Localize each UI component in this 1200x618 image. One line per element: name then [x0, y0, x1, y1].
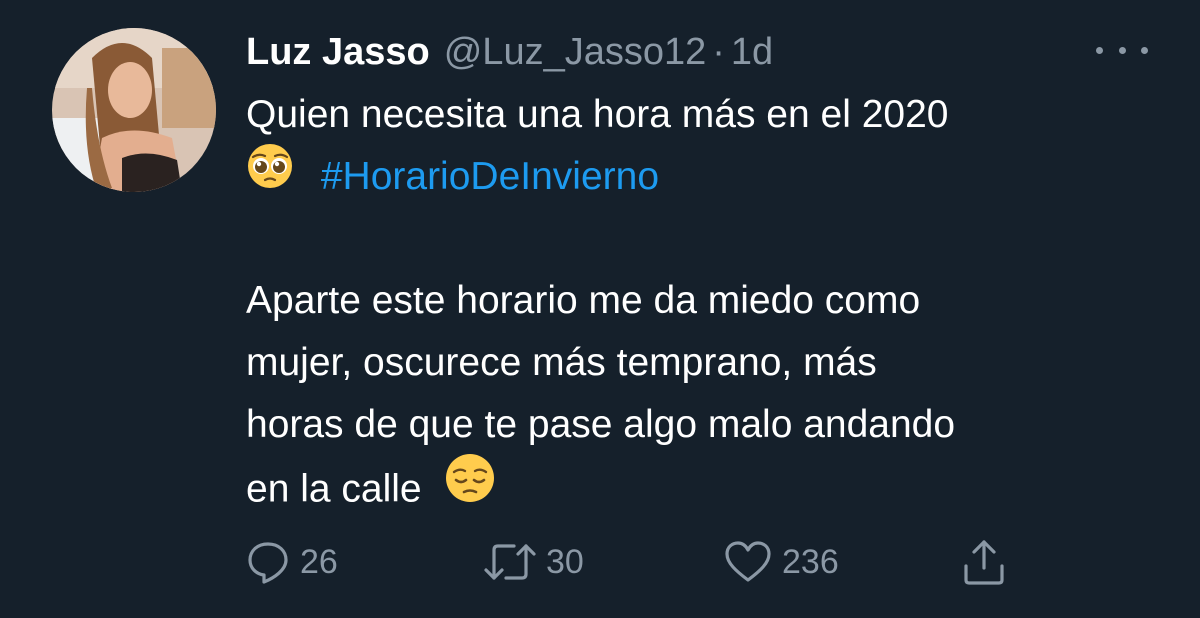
more-options-icon[interactable] [1096, 32, 1148, 68]
hashtag-link[interactable]: #HorarioDeInvierno [321, 155, 659, 198]
share-button[interactable] [960, 534, 1008, 590]
retweet-count: 30 [546, 542, 584, 581]
like-button[interactable]: 236 [722, 534, 839, 590]
retweet-icon [482, 538, 538, 586]
more-dot [1141, 46, 1148, 54]
avatar[interactable] [52, 28, 216, 192]
tweet-text-line-5: horas de que te pase algo malo andando [246, 403, 956, 446]
reply-button[interactable]: 26 [244, 534, 338, 590]
tweet-header: Luz Jasso @Luz_Jasso12 · 1d [246, 26, 773, 78]
heart-icon [722, 538, 774, 586]
reply-count: 26 [300, 542, 338, 581]
author-name[interactable]: Luz Jasso [246, 31, 430, 74]
reply-icon [244, 538, 292, 586]
tweet-text-line-6: en la calle [246, 454, 496, 526]
tweet-text-line-3: Aparte este horario me da miedo como [246, 279, 921, 322]
like-count: 236 [782, 542, 839, 581]
pleading-face-icon [246, 142, 294, 208]
tweet-text-line-2: #HorarioDeInvierno [246, 144, 659, 212]
pensive-face-icon [444, 452, 496, 522]
tweet-text-line-1: Quien necesita una hora más en el 2020 [246, 93, 949, 136]
tweet-text-line-6-text: en la calle [246, 467, 422, 511]
tweet-text-line-4: mujer, oscurece más temprano, más [246, 341, 877, 384]
more-dot [1118, 46, 1126, 54]
separator-dot: · [712, 30, 725, 73]
share-icon [960, 536, 1008, 588]
author-handle[interactable]: @Luz_Jasso12 [444, 31, 707, 74]
tweet-actions: 26 30 236 [0, 534, 1200, 590]
tweet-timestamp[interactable]: 1d [731, 31, 773, 74]
more-dot [1096, 46, 1103, 54]
retweet-button[interactable]: 30 [482, 534, 584, 590]
